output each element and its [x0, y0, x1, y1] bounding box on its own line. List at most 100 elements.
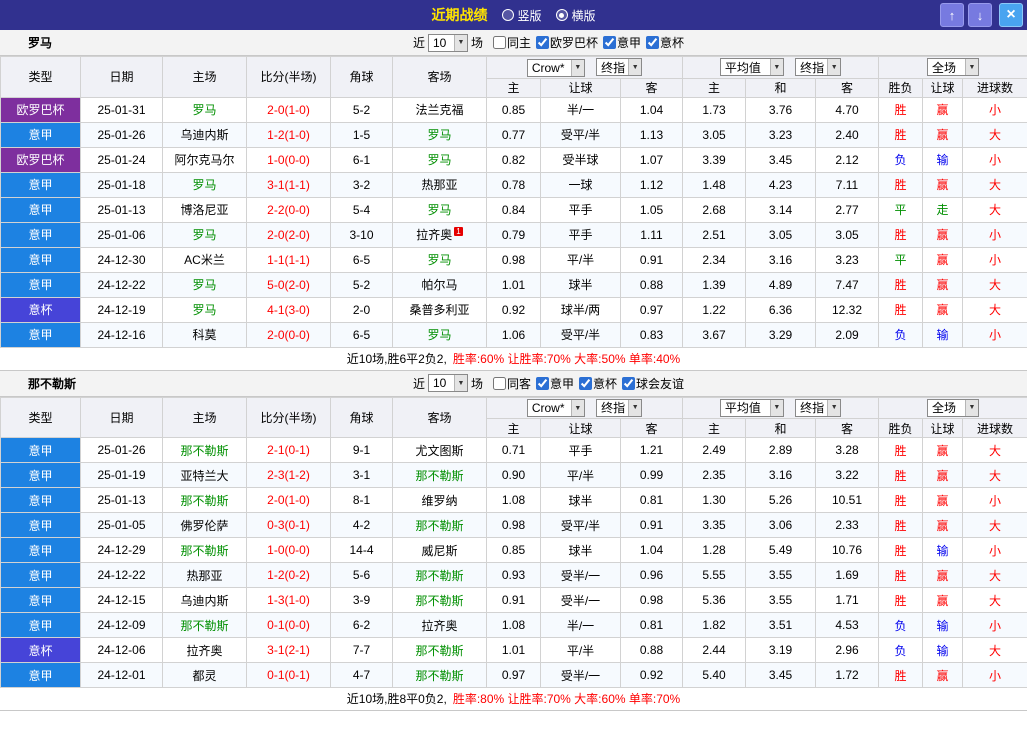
col-header-away: 客场 [393, 397, 487, 438]
match-count-select[interactable]: 10 ▼ [428, 34, 468, 52]
avg-away: 10.76 [816, 538, 879, 563]
col-header-avg-draw: 和 [746, 78, 816, 97]
league-filter-checkbox[interactable]: 欧罗巴杯 [534, 34, 598, 51]
move-up-button[interactable]: ↑ [940, 3, 964, 27]
match-score: 5-0(2-0) [247, 272, 331, 297]
match-date: 24-12-19 [81, 297, 163, 322]
col-header-avg-away: 客 [816, 419, 879, 438]
home-team: 那不勒斯 [163, 613, 247, 638]
odds-home: 0.77 [487, 122, 541, 147]
result-winloss: 胜 [879, 97, 923, 122]
table-header-row: 类型 日期 主场 比分(半场) 角球 客场 Crow*▼ 终指▼ 平均值▼ 终指… [1, 57, 1027, 79]
home-team: 博洛尼亚 [163, 197, 247, 222]
match-count-select[interactable]: 10 ▼ [428, 374, 468, 392]
result-winloss: 胜 [879, 663, 923, 688]
average-group-header: 平均值▼ 终指▼ [683, 57, 879, 79]
match-date: 25-01-06 [81, 222, 163, 247]
avg-draw: 3.51 [746, 613, 816, 638]
odds-source-select[interactable]: Crow*▼ [527, 59, 585, 77]
result-winloss: 胜 [879, 222, 923, 247]
layout-radio-horizontal[interactable]: 横版 [556, 7, 596, 24]
move-down-button[interactable]: ↓ [968, 3, 992, 27]
result-handicap: 输 [923, 322, 963, 347]
final-index-select[interactable]: 终指▼ [795, 399, 841, 417]
corner-score: 1-5 [331, 122, 393, 147]
result-handicap: 赢 [923, 438, 963, 463]
results-table: 类型 日期 主场 比分(半场) 角球 客场 Crow*▼ 终指▼ 平均值▼ 终指… [0, 56, 1027, 348]
avg-away: 3.05 [816, 222, 879, 247]
away-team: 那不勒斯 [393, 463, 487, 488]
record-summary: 近10场,胜8平0负2, 胜率:80% 让胜率:70% 大率:60% 单率:70% [0, 688, 1027, 711]
league-filter-checkbox[interactable]: 意杯 [644, 34, 684, 51]
away-team: 维罗纳 [393, 488, 487, 513]
team-section: 罗马 近 10 ▼ 场 同主 欧罗巴杯 意甲 意杯 [0, 30, 1027, 371]
match-date: 24-12-22 [81, 272, 163, 297]
recent-label: 近 [413, 34, 425, 51]
avg-away: 3.23 [816, 247, 879, 272]
odds-group-header: Crow*▼ 终指▼ [487, 57, 683, 79]
col-header-handicap-result: 让球 [923, 78, 963, 97]
summary-prefix: 近10场,胜8平0负2, [347, 692, 447, 706]
away-team: 帕尔马 [393, 272, 487, 297]
avg-away: 3.28 [816, 438, 879, 463]
league-badge: 意甲 [1, 588, 81, 613]
avg-home: 2.49 [683, 438, 746, 463]
odds-home: 0.78 [487, 172, 541, 197]
odds-handicap: 球半 [541, 538, 621, 563]
odds-handicap: 受半/一 [541, 588, 621, 613]
col-header-date: 日期 [81, 397, 163, 438]
match-row: 意甲25-01-06罗马2-0(2-0)3-10拉齐奥10.79平手1.112.… [1, 222, 1027, 247]
avg-draw: 5.49 [746, 538, 816, 563]
same-venue-checkbox[interactable]: 同主 [491, 34, 531, 51]
league-filter-checkbox[interactable]: 球会友谊 [620, 375, 684, 392]
match-score: 1-0(0-0) [247, 147, 331, 172]
same-venue-checkbox[interactable]: 同客 [491, 375, 531, 392]
match-score: 3-1(1-1) [247, 172, 331, 197]
avg-draw: 6.36 [746, 297, 816, 322]
league-filter-checkbox[interactable]: 意甲 [601, 34, 641, 51]
result-handicap: 赢 [923, 247, 963, 272]
average-select[interactable]: 平均值▼ [720, 399, 784, 417]
result-goals: 小 [963, 147, 1027, 172]
summary-stats: 胜率:60% 让胜率:70% 大率:50% 单率:40% [453, 352, 680, 366]
recent-label: 近 [413, 375, 425, 392]
fulltime-select[interactable]: 全场▼ [927, 58, 979, 76]
fulltime-group-header: 全场▼ [879, 57, 1027, 79]
result-winloss: 平 [879, 197, 923, 222]
avg-draw: 3.55 [746, 563, 816, 588]
odds-handicap: 受平/半 [541, 122, 621, 147]
league-filter-label: 球会友谊 [636, 375, 684, 392]
final-index-select[interactable]: 终指▼ [795, 58, 841, 76]
fulltime-select[interactable]: 全场▼ [927, 399, 979, 417]
odds-away: 1.04 [621, 97, 683, 122]
league-badge: 意甲 [1, 172, 81, 197]
league-filter-label: 意杯 [593, 375, 617, 392]
average-select[interactable]: 平均值▼ [720, 58, 784, 76]
col-header-home: 主场 [163, 397, 247, 438]
final-index-select[interactable]: 终指▼ [596, 58, 642, 76]
corner-score: 5-4 [331, 197, 393, 222]
league-filter-checkbox[interactable]: 意甲 [534, 375, 574, 392]
chevron-down-icon: ▼ [628, 59, 641, 75]
odds-away: 1.07 [621, 147, 683, 172]
result-goals: 大 [963, 122, 1027, 147]
match-score: 2-3(1-2) [247, 463, 331, 488]
odds-handicap: 受平/半 [541, 322, 621, 347]
games-label: 场 [471, 375, 483, 392]
odds-source-select[interactable]: Crow*▼ [527, 399, 585, 417]
avg-home: 1.39 [683, 272, 746, 297]
match-score: 2-1(0-1) [247, 438, 331, 463]
odds-home: 1.06 [487, 322, 541, 347]
page-title: 近期战绩 [431, 5, 487, 25]
summary-stats: 胜率:80% 让胜率:70% 大率:60% 单率:70% [453, 692, 680, 706]
corner-score: 7-7 [331, 638, 393, 663]
result-goals: 大 [963, 588, 1027, 613]
odds-home: 0.82 [487, 147, 541, 172]
layout-radio-vertical[interactable]: 竖版 [501, 7, 541, 24]
final-index-select[interactable]: 终指▼ [596, 399, 642, 417]
close-button[interactable]: × [999, 3, 1023, 27]
result-handicap: 赢 [923, 222, 963, 247]
league-filter-checkbox[interactable]: 意杯 [577, 375, 617, 392]
result-winloss: 胜 [879, 297, 923, 322]
chevron-down-icon: ▼ [965, 59, 978, 75]
